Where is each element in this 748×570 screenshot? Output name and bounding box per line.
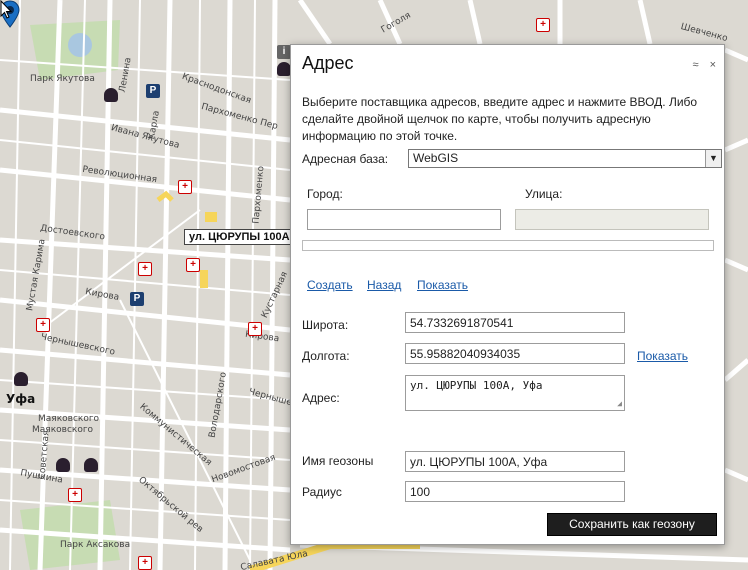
parking-icon: P — [130, 292, 144, 306]
hospital-icon: + — [248, 322, 262, 336]
latitude-input[interactable] — [405, 312, 625, 333]
dialog-description: Выберите поставщика адресов, введите адр… — [302, 95, 698, 143]
longitude-label: Долгота: — [302, 349, 350, 363]
address-base-select[interactable]: WebGIS ▼ — [408, 149, 722, 168]
street-label: Улица: — [525, 187, 563, 201]
street-input[interactable] — [515, 209, 709, 230]
hospital-icon: + — [138, 262, 152, 276]
show-coordinates-link[interactable]: Показать — [637, 349, 688, 363]
hospital-icon: + — [178, 180, 192, 194]
address-base-value: WebGIS — [413, 151, 459, 165]
map-label-ufa: Уфа — [6, 392, 36, 406]
address-dialog: Адрес ≈ × Выберите поставщика адресов, в… — [290, 44, 725, 545]
create-link[interactable]: Создать — [307, 278, 353, 292]
back-link[interactable]: Назад — [367, 278, 401, 292]
address-base-label: Адресная база: — [302, 152, 389, 166]
map-label-park-yakutova: Парк Якутова — [30, 74, 95, 84]
mouse-cursor-icon — [0, 0, 13, 19]
longitude-input[interactable] — [405, 343, 625, 364]
dialog-controls: ≈ × — [684, 59, 716, 71]
chevron-down-icon[interactable]: ▼ — [705, 150, 721, 167]
map-label-park-aksakova: Парк Аксакова — [60, 540, 131, 550]
close-icon[interactable]: × — [710, 59, 716, 71]
info-icon: i — [277, 45, 291, 59]
address-label: Адрес: — [302, 391, 340, 405]
map-label-mayakovsky1: Маяковского — [38, 414, 100, 424]
geozone-name-input[interactable] — [405, 451, 625, 472]
save-geozone-button[interactable]: Сохранить как геозону — [547, 513, 717, 536]
geozone-name-label: Имя геозоны — [302, 454, 374, 468]
hospital-icon: + — [36, 318, 50, 332]
hospital-icon: + — [536, 18, 550, 32]
hospital-icon: + — [186, 258, 200, 272]
hospital-icon: + — [68, 488, 82, 502]
person-poi-icon[interactable] — [56, 458, 70, 472]
latitude-label: Широта: — [302, 318, 349, 332]
city-input[interactable] — [307, 209, 501, 230]
person-poi-icon[interactable] — [104, 88, 118, 102]
person-poi-icon[interactable] — [84, 458, 98, 472]
house-input[interactable] — [302, 240, 714, 251]
radius-label: Радиус — [302, 485, 342, 499]
person-poi-icon[interactable] — [14, 372, 28, 386]
dialog-title: Адрес — [302, 53, 354, 73]
address-textarea-value: ул. ЦЮРУПЫ 100А, Уфа — [410, 379, 543, 392]
person-poi-icon[interactable] — [277, 62, 291, 76]
hospital-icon: + — [138, 556, 152, 570]
resize-grip-icon[interactable]: ◢ — [617, 399, 622, 408]
address-textarea[interactable]: ул. ЦЮРУПЫ 100А, Уфа ◢ — [405, 375, 625, 411]
parking-icon: P — [146, 84, 160, 98]
city-label: Город: — [307, 187, 343, 201]
collapse-icon[interactable]: ≈ — [692, 59, 698, 71]
radius-input[interactable] — [405, 481, 625, 502]
show-link-top[interactable]: Показать — [417, 278, 468, 292]
